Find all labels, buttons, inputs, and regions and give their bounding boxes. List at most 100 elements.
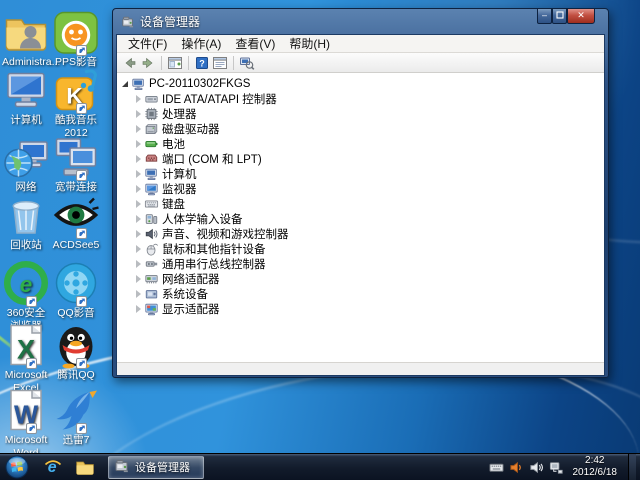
tree-item[interactable]: PC-20110302FKGS	[120, 76, 604, 91]
usb-controller-icon	[144, 257, 159, 271]
desktop-icon-my-computer[interactable]: 计算机	[2, 66, 50, 127]
tree-item-label: 通用串行总线控制器	[162, 256, 266, 272]
task-button-device-manager[interactable]: 设备管理器	[108, 456, 204, 479]
desktop-icon-qq[interactable]: 腾讯QQ	[52, 321, 100, 382]
internet-explorer-button[interactable]: e	[40, 455, 66, 479]
maximize-button[interactable]	[552, 9, 567, 24]
qq-icon	[52, 321, 100, 369]
desktop-icon-acdsee[interactable]: ACDSee5	[52, 191, 100, 252]
tree-expand-arrow[interactable]	[133, 275, 143, 283]
triangle-closed-icon	[136, 155, 141, 163]
input-keyboard-icon[interactable]	[489, 460, 504, 475]
tree-expand-arrow[interactable]	[133, 170, 143, 178]
tree-item[interactable]: IDE ATA/ATAPI 控制器	[133, 91, 604, 106]
triangle-closed-icon	[136, 140, 141, 148]
sound-controller-icon	[144, 227, 159, 241]
scan-hardware-icon[interactable]	[239, 55, 255, 71]
menu-item[interactable]: 帮助(H)	[282, 34, 337, 53]
tree-item-label: 磁盘驱动器	[162, 121, 220, 137]
desktop-icon-user-folder[interactable]: Administra...	[2, 8, 50, 69]
show-desktop-button[interactable]	[628, 454, 636, 480]
desktop-icon-recycle-bin[interactable]: 回收站	[2, 191, 50, 252]
tree-item-label: IDE ATA/ATAPI 控制器	[162, 91, 277, 107]
properties-icon[interactable]	[212, 55, 228, 71]
tree-expand-arrow[interactable]	[133, 290, 143, 298]
volume-icon[interactable]	[529, 460, 544, 475]
acdsee-icon	[52, 191, 100, 239]
menu-item[interactable]: 文件(F)	[121, 34, 174, 53]
menu-item[interactable]: 操作(A)	[174, 34, 228, 53]
tree-expand-arrow[interactable]	[133, 230, 143, 238]
tree-item-label: 端口 (COM 和 LPT)	[162, 151, 262, 167]
speaker-orange-icon[interactable]	[509, 460, 524, 475]
tree-item-label: 电池	[162, 136, 185, 152]
tree-item[interactable]: 监视器	[133, 181, 604, 196]
tree-item[interactable]: 端口 (COM 和 LPT)	[133, 151, 604, 166]
tree-expand-arrow[interactable]	[133, 305, 143, 313]
desktop-icon-kuwo-music[interactable]: K酷我音乐 2012	[52, 66, 100, 139]
tree-expand-arrow[interactable]	[133, 140, 143, 148]
mouse-icon	[144, 242, 159, 256]
menu-item[interactable]: 查看(V)	[228, 34, 282, 53]
desktop-icon-pps[interactable]: PPS影音	[52, 8, 100, 69]
tree-expand-arrow[interactable]	[133, 245, 143, 253]
desktop-icon-broadband[interactable]: 宽带连接	[52, 133, 100, 194]
tree-item[interactable]: 鼠标和其他指针设备	[133, 241, 604, 256]
my-computer-icon	[2, 66, 50, 114]
tree-expand-arrow[interactable]	[133, 125, 143, 133]
tree-expand-arrow[interactable]	[133, 95, 143, 103]
device-tree[interactable]: PC-20110302FKGSIDE ATA/ATAPI 控制器处理器磁盘驱动器…	[117, 73, 604, 362]
task-button-label: 设备管理器	[135, 459, 190, 475]
tree-expand-arrow[interactable]	[133, 200, 143, 208]
display-adapter-icon	[144, 302, 159, 316]
desktop-icon-qq-player[interactable]: QQ影音	[52, 259, 100, 320]
computer-node-icon	[131, 77, 146, 91]
console-tree-icon[interactable]	[167, 55, 183, 71]
desktop-icon-network-places[interactable]: 网络	[2, 133, 50, 194]
tree-item[interactable]: 声音、视频和游戏控制器	[133, 226, 604, 241]
xunlei-icon	[52, 386, 100, 434]
window-titlebar[interactable]: 设备管理器 – ✕	[116, 9, 605, 34]
tree-item[interactable]: 通用串行总线控制器	[133, 256, 604, 271]
ports-icon	[144, 152, 159, 166]
tree-item[interactable]: 人体学输入设备	[133, 211, 604, 226]
tree-item[interactable]: 显示适配器	[133, 301, 604, 316]
tree-item[interactable]: 处理器	[133, 106, 604, 121]
excel-icon: X	[2, 321, 50, 369]
browser-360-icon: e	[2, 259, 50, 307]
tree-item[interactable]: 网络适配器	[133, 271, 604, 286]
qq-player-icon	[52, 259, 100, 307]
tree-expand-arrow[interactable]	[133, 215, 143, 223]
desktop: Administra...PPS影音计算机K酷我音乐 2012网络宽带连接回收站…	[0, 0, 640, 480]
taskbar-clock[interactable]: 2:42 2012/6/18	[569, 455, 624, 480]
tree-collapse-arrow[interactable]	[120, 81, 130, 87]
file-explorer-button[interactable]	[72, 455, 98, 479]
tree-expand-arrow[interactable]	[133, 155, 143, 163]
network-tray-icon[interactable]	[549, 460, 564, 475]
tree-item-label: 显示适配器	[162, 301, 220, 317]
computer-node-icon	[144, 167, 159, 181]
tree-item[interactable]: 键盘	[133, 196, 604, 211]
disk-drive-icon	[144, 122, 159, 136]
tree-item-label: 人体学输入设备	[162, 211, 243, 227]
tree-item[interactable]: 磁盘驱动器	[133, 121, 604, 136]
tree-expand-arrow[interactable]	[133, 110, 143, 118]
desktop-icon-xunlei[interactable]: 迅雷7	[52, 386, 100, 447]
tree-expand-arrow[interactable]	[133, 260, 143, 268]
tree-expand-arrow[interactable]	[133, 185, 143, 193]
tree-item[interactable]: 系统设备	[133, 286, 604, 301]
device-manager-window: 设备管理器 – ✕ 文件(F)操作(A)查看(V)帮助(H) ? PC-2011…	[112, 8, 609, 378]
help-icon[interactable]: ?	[194, 55, 210, 71]
tree-item[interactable]: 计算机	[133, 166, 604, 181]
close-button[interactable]: ✕	[567, 9, 595, 24]
tree-item-label: 鼠标和其他指针设备	[162, 241, 266, 257]
clock-time: 2:42	[573, 455, 618, 468]
processor-icon	[144, 107, 159, 121]
forward-icon[interactable]	[140, 55, 156, 71]
start-button[interactable]	[0, 454, 34, 480]
desktop-icon-label: 回收站	[2, 239, 50, 252]
back-icon[interactable]	[122, 55, 138, 71]
tree-item[interactable]: 电池	[133, 136, 604, 151]
desktop-icon-label: 计算机	[2, 114, 50, 127]
minimize-button[interactable]: –	[537, 9, 552, 24]
